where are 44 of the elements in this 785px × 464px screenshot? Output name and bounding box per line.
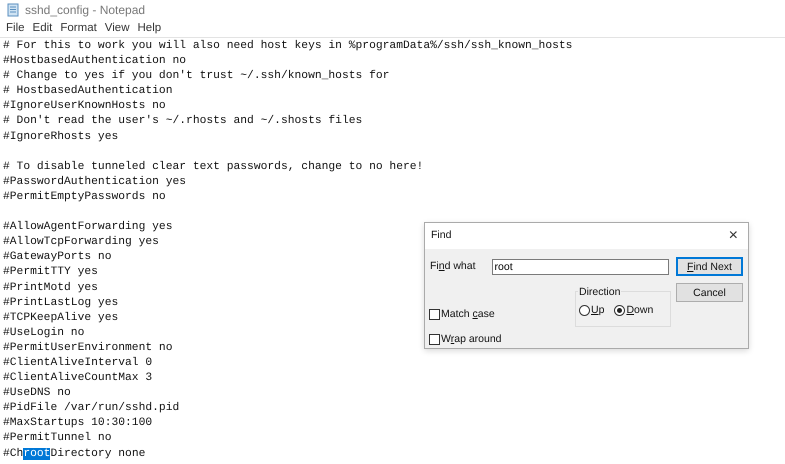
checkbox-option[interactable]: Wrap around [429,332,502,348]
text-line: #PermitEmptyPasswords no [3,190,166,203]
menu-item[interactable]: Help [134,20,166,38]
text-line: #PidFile /var/run/sshd.pid [3,402,180,414]
text-line: #AllowTcpForwarding yes [3,236,159,248]
text-line: #PrintMotd yes [3,282,98,294]
radio-option[interactable]: Down [614,303,654,319]
menu-item[interactable]: Format [56,20,101,38]
close-button[interactable]: × [724,228,742,244]
text-line: # For this to work you will also need host keys in %programData%/ssh/ssh_known_hosts [3,40,572,52]
text-line: #PermitTTY yes [3,266,98,278]
text-line: # To disable tunneled clear text passwords, change to no here! [3,160,424,173]
menu-item[interactable]: View [100,20,134,38]
text-line: # HostbasedAuthentication [3,85,172,98]
text-line: #PermitTunnel no [3,432,112,444]
text-line: #ChrootDirectory none [3,448,146,460]
text-line: #IgnoreRhosts yes [3,130,118,143]
text-line: #UseDNS no [3,387,71,400]
field-label: Find what [430,259,476,274]
text-line: # Don't read the user's ~/.rhosts and ~/.shosts files [3,115,362,128]
find-next-button[interactable]: Find Next [676,257,743,276]
radio-option[interactable]: Up [579,303,604,319]
text-line: #ClientAliveInterval 0 [3,356,152,369]
dialog-title: Find [431,228,452,244]
menu-item[interactable]: Edit [28,20,56,38]
text-line: #IgnoreUserKnownHosts no [3,100,166,112]
text-line: #ClientAliveCountMax 3 [3,372,152,384]
text-line: #AllowAgentForwarding yes [3,221,172,234]
text-line: #PermitUserEnvironment no [3,342,172,354]
text-line: #GatewayPorts no [3,251,112,264]
search-field[interactable]: root [492,259,669,275]
selected-text: root [23,448,50,460]
window-title: sshd_config - Notepad [25,2,146,19]
notepad-icon [6,3,20,17]
text-line: #PrintLastLog yes [3,296,118,309]
text-line: #UseLogin no [3,326,84,339]
text-line: #HostbasedAuthentication no [3,55,186,68]
cancel-button[interactable]: Cancel [676,283,743,302]
text-line: #PasswordAuthentication yes [3,176,186,188]
text-line: # Change to yes if you don't trust ~/.ssh/known_hosts for [3,70,390,82]
text-line: #MaxStartups 10:30:100 [3,417,152,430]
menu-item[interactable]: File [2,20,29,38]
checkbox-option[interactable]: Match case [429,307,502,323]
text-line: #TCPKeepAlive yes [3,312,118,324]
